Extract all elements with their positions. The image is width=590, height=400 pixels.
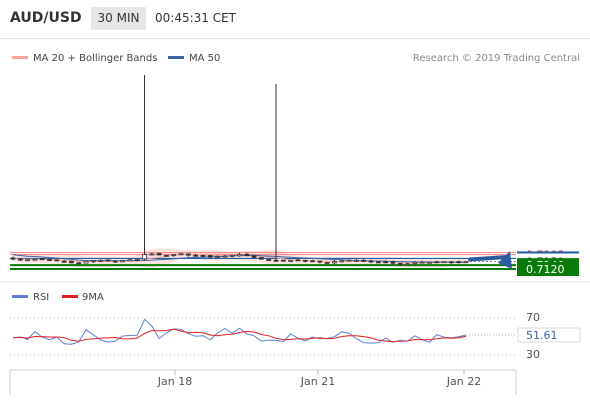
ma20-legend-label: MA 20 + Bollinger Bands — [33, 53, 157, 64]
candle-body — [32, 258, 38, 261]
rsi-legend-label: RSI — [33, 292, 49, 303]
candle-body — [280, 259, 286, 262]
candle-body — [361, 259, 367, 262]
candle-body — [456, 261, 462, 263]
candle-body — [54, 259, 60, 262]
candle-body — [134, 258, 140, 261]
candle-body — [405, 263, 410, 266]
candle-body — [324, 262, 330, 264]
candle-body — [200, 255, 206, 257]
candle-body — [142, 254, 147, 260]
candle-body — [120, 260, 125, 263]
candle-body — [156, 253, 162, 256]
candle-body — [229, 254, 235, 257]
candle-body — [185, 253, 191, 256]
candle-body — [288, 259, 294, 262]
x-label-jan18: Jan 18 — [157, 375, 192, 388]
candle-body — [259, 257, 264, 260]
candle-body — [463, 261, 469, 264]
rsi-ma-line — [12, 328, 467, 343]
candle-body — [332, 261, 337, 264]
candle-body — [61, 260, 67, 263]
candle-body — [149, 253, 155, 256]
candle-body — [207, 255, 213, 258]
rsi-plot-area — [10, 317, 516, 356]
candle-body — [266, 259, 272, 261]
research-credit: Research © 2019 Trading Central — [413, 53, 580, 64]
ma9-legend-swatch — [62, 295, 78, 298]
candle-body — [105, 259, 111, 262]
candle-body — [295, 259, 301, 262]
candle-body — [178, 253, 184, 256]
rsi-legend-swatch — [12, 295, 28, 298]
price-label-0-7120: 0.7120 — [517, 262, 579, 276]
candle-body — [383, 261, 389, 264]
candle-body — [39, 258, 45, 261]
candle-body — [354, 259, 359, 262]
candle-body — [98, 259, 104, 262]
projection-arrow-head — [498, 251, 512, 269]
candle-body — [427, 261, 432, 264]
candle-body — [448, 261, 454, 264]
candle-body — [317, 260, 323, 263]
candle-body — [419, 261, 425, 264]
ma50-legend-swatch — [168, 56, 184, 59]
candle-body — [10, 257, 16, 260]
candle-body — [164, 254, 169, 257]
candle-body — [412, 261, 418, 264]
candle-body — [127, 259, 133, 262]
candle-body — [302, 259, 308, 262]
candle-body — [251, 255, 257, 258]
ma20-legend-swatch — [12, 56, 28, 59]
candle-body — [25, 259, 31, 262]
ma9-legend-label: 9MA — [82, 292, 104, 303]
candle-body — [346, 259, 352, 262]
candle-body — [171, 253, 177, 256]
x-label-jan21: Jan 21 — [300, 375, 335, 388]
candle-body — [215, 256, 220, 258]
candle-body — [375, 261, 381, 264]
candle-body — [90, 260, 96, 262]
projection-arrow-shaft — [468, 255, 509, 262]
candle-body — [76, 262, 82, 265]
x-label-jan22: Jan 22 — [446, 375, 481, 388]
candle-body — [193, 254, 199, 257]
candle-body — [237, 254, 242, 257]
price-chart: MA 20 + Bollinger Bands MA 50 Research ©… — [0, 53, 590, 395]
candle-body — [17, 258, 23, 261]
candle-body — [83, 260, 89, 264]
candle-body — [397, 262, 403, 265]
candle-body — [339, 260, 345, 263]
candle-body — [390, 261, 396, 264]
candle-body — [69, 260, 74, 264]
rsi-lower-label: 30 — [526, 348, 540, 361]
candle-body — [244, 253, 250, 257]
candle-body — [368, 260, 374, 263]
candle-body — [47, 259, 52, 261]
price-label-text: 0.7120 — [526, 263, 565, 276]
candle-body — [112, 260, 118, 263]
candle-body — [310, 260, 315, 263]
candle-body — [222, 255, 228, 258]
candle-body — [441, 261, 447, 264]
main-plot-area: 0.72050.71950.71750.71590.71400.7120 — [10, 75, 579, 276]
ma50-legend-label: MA 50 — [189, 53, 220, 64]
candle-body — [273, 259, 279, 262]
rsi-current-label: 51.61 — [526, 329, 558, 342]
rsi-upper-label: 70 — [526, 311, 540, 324]
candle-body — [434, 261, 440, 264]
